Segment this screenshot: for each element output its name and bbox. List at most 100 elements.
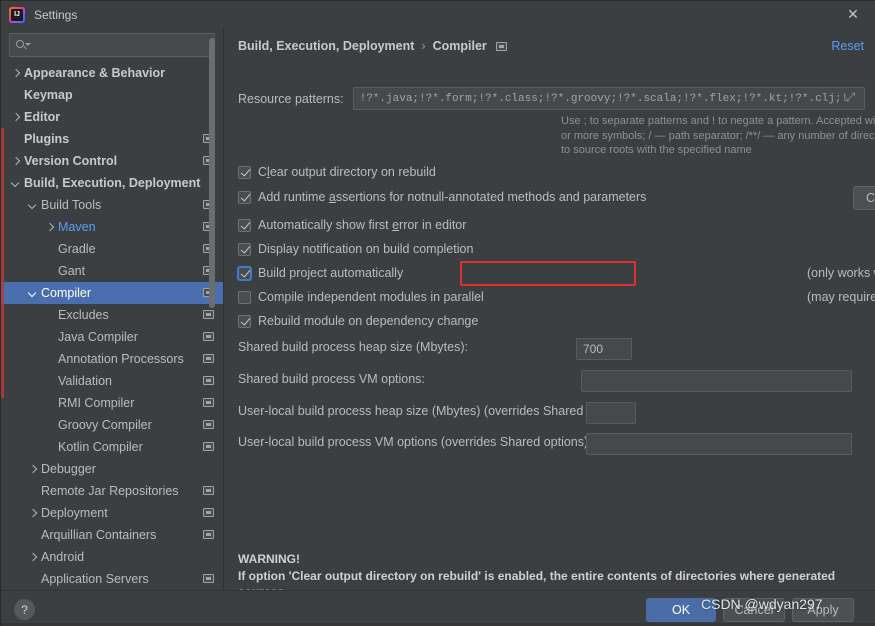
sidebar-item-application-servers[interactable]: Application Servers (1, 568, 223, 590)
sidebar-item-build-tools[interactable]: Build Tools (1, 194, 223, 216)
checkbox-label-pre: Display notification on build completion (258, 242, 474, 256)
sidebar-item-build-execution-deployment[interactable]: Build, Execution, Deployment (1, 172, 223, 194)
checkbox-build-project-automatically[interactable] (238, 266, 251, 280)
sidebar-item-annotation-processors[interactable]: Annotation Processors (1, 348, 223, 370)
sidebar-item-appearance-behavior[interactable]: Appearance & Behavior (1, 62, 223, 84)
sidebar-item-arquillian-containers[interactable]: Arquillian Containers (1, 524, 223, 546)
checkbox-add-runtime-assertions-for-notnull-annot[interactable] (238, 190, 251, 204)
sidebar-scrollbar-thumb[interactable] (209, 38, 215, 308)
checkbox-row-build-project-automatically[interactable]: Build project automatically (238, 266, 403, 280)
cancel-button[interactable]: Cancel (723, 598, 785, 622)
sidebar-item-label: Keymap (24, 88, 73, 102)
chevron-right-icon[interactable] (43, 221, 56, 234)
checkbox-label: Display notification on build completion (258, 242, 473, 256)
sidebar-item-label: Remote Jar Repositories (41, 484, 179, 498)
sidebar-item-gant[interactable]: Gant (1, 260, 223, 282)
sidebar-item-groovy-compiler[interactable]: Groovy Compiler (1, 414, 223, 436)
annotation-highlight-rect (460, 261, 636, 286)
chevron-down-icon[interactable] (26, 199, 39, 212)
sidebar-item-keymap[interactable]: Keymap (1, 84, 223, 106)
resource-patterns-field[interactable] (352, 87, 865, 110)
search-box[interactable] (9, 33, 215, 57)
checkbox-display-notification-on-build-completion[interactable] (238, 242, 251, 256)
field-input-user-local-build-process-heap-size-mbyte[interactable] (593, 406, 629, 420)
sidebar-item-label: Debugger (41, 462, 96, 476)
configure-annotations-button[interactable]: Configure annotations... (853, 186, 875, 210)
breadcrumb-root[interactable]: Build, Execution, Deployment (238, 39, 414, 53)
field-input-wrapper-user-local-build-process-heap-size-mbyte[interactable] (586, 402, 636, 424)
field-input-shared-build-process-vm-options[interactable] (588, 374, 845, 388)
checkbox-label-post: ear output directory on rebuild (269, 165, 436, 179)
sidebar-item-java-compiler[interactable]: Java Compiler (1, 326, 223, 348)
dialog-footer: ? OK Cancel Apply (1, 590, 875, 626)
chevron-down-icon[interactable] (9, 177, 22, 190)
field-input-wrapper-shared-build-process-heap-size-mbytes[interactable] (576, 338, 632, 360)
sidebar-item-android[interactable]: Android (1, 546, 223, 568)
sidebar-item-deployment[interactable]: Deployment (1, 502, 223, 524)
sidebar-item-label: Build, Execution, Deployment (24, 176, 201, 190)
chevron-down-icon[interactable] (26, 287, 39, 300)
checkbox-row-rebuild-module-on-dependency-change[interactable]: Rebuild module on dependency change (238, 314, 478, 328)
chevron-right-icon[interactable] (9, 155, 22, 168)
checkbox-compile-independent-modules-in-parallel[interactable] (238, 290, 251, 304)
checkbox-clear-output-directory-on-rebuild[interactable] (238, 165, 251, 179)
sidebar-item-compiler[interactable]: Compiler (1, 282, 223, 304)
reset-link[interactable]: Reset (831, 39, 864, 53)
checkbox-label: Rebuild module on dependency change (258, 314, 478, 328)
sidebar-item-editor[interactable]: Editor (1, 106, 223, 128)
checkbox-row-clear-output-directory-on-rebuild[interactable]: Clear output directory on rebuild (238, 165, 436, 179)
sidebar-item-label: Version Control (24, 154, 118, 168)
sidebar-item-maven[interactable]: Maven (1, 216, 223, 238)
sidebar-item-label: Arquillian Containers (41, 528, 157, 542)
checkbox-row-compile-independent-modules-in-parallel[interactable]: Compile independent modules in parallel (238, 290, 484, 304)
sidebar-item-plugins[interactable]: Plugins (1, 128, 223, 150)
sidebar-item-label: Gradle (58, 242, 96, 256)
chevron-right-icon[interactable] (26, 463, 39, 476)
apply-button[interactable]: Apply (792, 598, 854, 622)
sidebar-item-remote-jar-repositories[interactable]: Remote Jar Repositories (1, 480, 223, 502)
field-label-row-shared-build-process-vm-options: Shared build process VM options: (238, 372, 425, 386)
sidebar-item-kotlin-compiler[interactable]: Kotlin Compiler (1, 436, 223, 458)
sidebar-item-label: Excludes (58, 308, 109, 322)
project-scope-icon (495, 41, 507, 51)
checkbox-rebuild-module-on-dependency-change[interactable] (238, 314, 251, 328)
field-label-row-shared-build-process-heap-size-mbytes: Shared build process heap size (Mbytes): (238, 340, 468, 354)
close-icon[interactable]: ✕ (830, 1, 875, 28)
sidebar-item-debugger[interactable]: Debugger (1, 458, 223, 480)
field-input-wrapper-user-local-build-process-vm-options-over[interactable] (586, 433, 852, 455)
sidebar-item-rmi-compiler[interactable]: RMI Compiler (1, 392, 223, 414)
chevron-right-icon[interactable] (9, 111, 22, 124)
expand-icon[interactable] (846, 90, 858, 105)
modified-marker-strip (1, 128, 4, 398)
checkbox-label-pre: Add runtime (258, 190, 329, 204)
field-input-user-local-build-process-vm-options-over[interactable] (593, 437, 845, 451)
checkbox-label: Build project automatically (258, 266, 403, 280)
checkbox-label-pre: Build project automatically (258, 266, 404, 280)
sidebar-item-validation[interactable]: Validation (1, 370, 223, 392)
checkbox-row-automatically-show-first-error-in-editor[interactable]: Automatically show first error in editor (238, 218, 466, 232)
sidebar-item-gradle[interactable]: Gradle (1, 238, 223, 260)
ok-button[interactable]: OK (646, 598, 716, 622)
chevron-right-icon[interactable] (26, 507, 39, 520)
sidebar-item-version-control[interactable]: Version Control (1, 150, 223, 172)
help-button[interactable]: ? (14, 599, 35, 620)
sidebar-item-excludes[interactable]: Excludes (1, 304, 223, 326)
field-input-wrapper-shared-build-process-vm-options[interactable] (581, 370, 852, 392)
resource-patterns-label: Resource patterns: (238, 91, 344, 106)
checkbox-automatically-show-first-error-in-editor[interactable] (238, 218, 251, 232)
settings-tree[interactable]: Appearance & Behavior Keymap Editor Plugins… (1, 62, 223, 590)
field-input-shared-build-process-heap-size-mbytes[interactable] (583, 342, 625, 356)
sidebar-item-label: Compiler (41, 286, 92, 300)
checkbox-row-add-runtime-assertions-for-notnull-annot[interactable]: Add runtime assertions for notnull-annot… (238, 190, 646, 204)
intellij-idea-logo-icon (9, 6, 25, 23)
resource-patterns-input[interactable] (359, 92, 846, 105)
search-input[interactable] (33, 38, 208, 52)
checkbox-row-display-notification-on-build-completion[interactable]: Display notification on build completion (238, 242, 473, 256)
field-label: User-local build process VM options (ove… (238, 435, 592, 449)
chevron-right-icon[interactable] (26, 551, 39, 564)
chevron-right-icon[interactable] (9, 67, 22, 80)
